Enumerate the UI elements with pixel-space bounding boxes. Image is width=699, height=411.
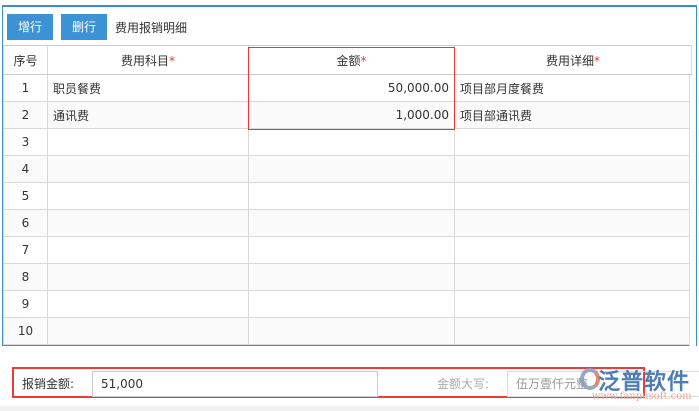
logo-mark-icon xyxy=(580,368,600,390)
amount-cell[interactable] xyxy=(248,317,455,345)
watermark-url: www.fanpusoft.com xyxy=(592,391,692,402)
table-row[interactable]: 1 职员餐费 50,000.00 项目部月度餐费 xyxy=(3,74,692,102)
row-index: 4 xyxy=(3,155,48,183)
detail-cell[interactable] xyxy=(454,182,692,210)
uppercase-amount-label: 金额大写: xyxy=(437,377,490,391)
amount-cell[interactable] xyxy=(248,209,455,237)
detail-cell[interactable] xyxy=(454,263,692,291)
delete-row-button[interactable]: 删行 xyxy=(61,14,108,40)
row-index: 9 xyxy=(3,290,48,318)
add-row-button[interactable]: 增行 xyxy=(7,14,54,40)
row-index: 10 xyxy=(3,317,48,345)
header-amount: 金额* xyxy=(248,45,455,75)
detail-cell[interactable]: 项目部通讯费 xyxy=(454,101,692,129)
subject-cell[interactable] xyxy=(47,263,249,291)
detail-cell[interactable] xyxy=(454,290,692,318)
row-index: 1 xyxy=(3,74,48,102)
detail-cell[interactable] xyxy=(454,317,692,345)
table-row[interactable]: 6 xyxy=(3,209,692,237)
subject-cell[interactable]: 职员餐费 xyxy=(47,74,249,102)
subject-cell[interactable] xyxy=(47,290,249,318)
row-index: 3 xyxy=(3,128,48,156)
table-row[interactable]: 3 xyxy=(3,128,692,156)
amount-cell[interactable] xyxy=(248,290,455,318)
detail-cell[interactable] xyxy=(454,236,692,264)
table-row[interactable]: 2 通讯费 1,000.00 项目部通讯费 xyxy=(3,101,692,129)
header-subject: 费用科目* xyxy=(47,45,249,75)
table-row[interactable]: 7 xyxy=(3,236,692,264)
subject-cell[interactable] xyxy=(47,317,249,345)
footer-strip xyxy=(0,406,699,411)
amount-cell[interactable] xyxy=(248,182,455,210)
total-amount-input[interactable]: 51,000 xyxy=(92,371,378,397)
scrollbar[interactable] xyxy=(689,75,696,347)
toolbar: 增行 删行 费用报销明细 xyxy=(7,14,187,40)
subject-cell[interactable] xyxy=(47,182,249,210)
table-row[interactable]: 8 xyxy=(3,263,692,291)
detail-cell[interactable] xyxy=(454,128,692,156)
amount-cell[interactable] xyxy=(248,263,455,291)
amount-cell[interactable] xyxy=(248,155,455,183)
table-row[interactable]: 4 xyxy=(3,155,692,183)
row-index: 6 xyxy=(3,209,48,237)
detail-cell[interactable] xyxy=(454,209,692,237)
subject-cell[interactable] xyxy=(47,236,249,264)
amount-cell[interactable]: 50,000.00 xyxy=(248,74,455,102)
subject-cell[interactable] xyxy=(47,155,249,183)
watermark-logo: 泛普软件 www.fanpusoft.com xyxy=(580,364,699,406)
header-index: 序号 xyxy=(3,45,48,75)
section-title: 费用报销明细 xyxy=(115,20,188,35)
total-amount-label: 报销金额: xyxy=(22,377,75,391)
expense-table: 序号 费用科目* 金额* 费用详细* 1 职员餐费 50,000.00 项目部月度餐费… xyxy=(3,45,692,345)
header-detail: 费用详细* xyxy=(454,45,692,75)
detail-cell[interactable] xyxy=(454,155,692,183)
table-row[interactable]: 9 xyxy=(3,290,692,318)
row-index: 8 xyxy=(3,263,48,291)
amount-cell[interactable] xyxy=(248,236,455,264)
subject-cell[interactable]: 通讯费 xyxy=(47,101,249,129)
subject-cell[interactable] xyxy=(47,128,249,156)
detail-cell[interactable]: 项目部月度餐费 xyxy=(454,74,692,102)
row-index: 5 xyxy=(3,182,48,210)
amount-cell[interactable] xyxy=(248,128,455,156)
table-row[interactable]: 10 xyxy=(3,317,692,345)
row-index: 7 xyxy=(3,236,48,264)
table-row[interactable]: 5 xyxy=(3,182,692,210)
subject-cell[interactable] xyxy=(47,209,249,237)
expense-detail-panel: 增行 删行 费用报销明细 序号 费用科目* 金额* 费用详细* 1 职员餐费 50,… xyxy=(2,5,697,347)
amount-cell[interactable]: 1,000.00 xyxy=(248,101,455,129)
row-index: 2 xyxy=(3,101,48,129)
